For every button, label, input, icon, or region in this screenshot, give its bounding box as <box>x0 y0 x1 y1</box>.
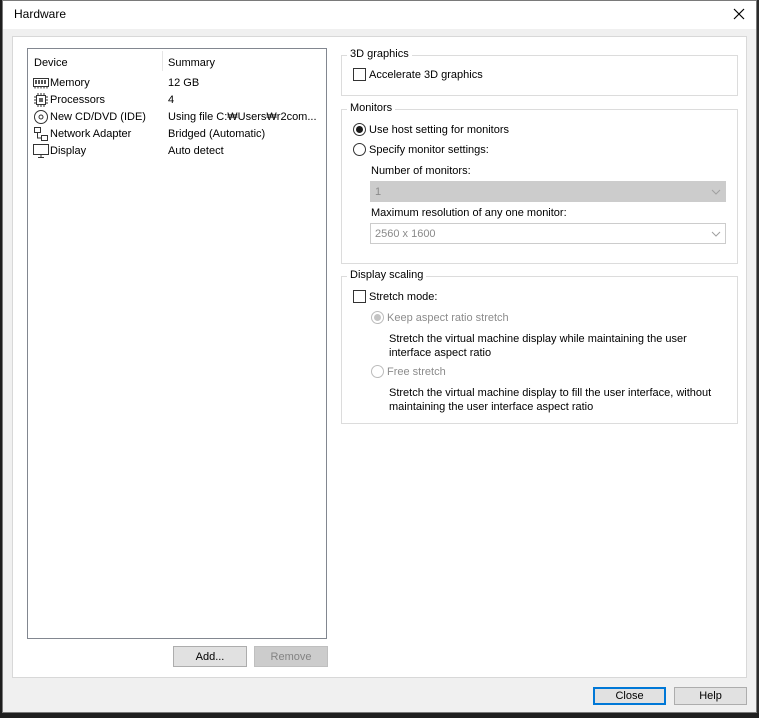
keep-aspect-label[interactable]: Keep aspect ratio stretch <box>387 312 509 324</box>
stretch-mode-label[interactable]: Stretch mode: <box>369 291 437 303</box>
processor-icon <box>34 93 48 107</box>
group-monitors: Monitors Use host setting for monitors S… <box>341 102 738 264</box>
free-stretch-label[interactable]: Free stretch <box>387 366 446 378</box>
device-summary: Auto detect <box>168 145 224 157</box>
list-item-network-adapter[interactable]: Network Adapter Bridged (Automatic) <box>28 126 326 143</box>
cd-dvd-icon <box>34 110 48 124</box>
device-name: Display <box>50 145 87 157</box>
column-separator[interactable] <box>162 51 163 71</box>
add-button[interactable]: Add... <box>173 646 247 667</box>
column-header-summary[interactable]: Summary <box>168 57 215 69</box>
group-display-scaling: Display scaling Stretch mode: Keep aspec… <box>341 269 738 424</box>
background-bottom-strip <box>0 713 759 718</box>
close-button[interactable]: Close <box>593 687 666 705</box>
use-host-monitors-label[interactable]: Use host setting for monitors <box>369 124 509 136</box>
device-summary: 4 <box>168 94 175 106</box>
list-item-memory[interactable]: Memory 12 GB <box>28 75 326 92</box>
close-icon <box>733 8 745 20</box>
help-button[interactable]: Help <box>674 687 747 705</box>
keep-aspect-radio[interactable] <box>371 311 384 324</box>
device-summary: Using file C:₩Users₩r2com... <box>168 111 317 123</box>
content-panel: Device Summary Memory 12 GB Processors 4… <box>12 36 747 678</box>
column-header-device[interactable]: Device <box>34 57 68 69</box>
window-close-button[interactable] <box>722 1 756 27</box>
accelerate-3d-label[interactable]: Accelerate 3D graphics <box>369 69 483 81</box>
group-title-monitors: Monitors <box>347 102 396 114</box>
device-name: Processors <box>50 94 106 106</box>
keep-aspect-desc-line1: Stretch the virtual machine display whil… <box>389 333 687 345</box>
device-name: New CD/DVD (IDE) <box>50 111 146 123</box>
group-title-display-scaling: Display scaling <box>347 269 427 281</box>
number-of-monitors-label: Number of monitors: <box>371 165 471 177</box>
specify-monitors-label[interactable]: Specify monitor settings: <box>369 144 489 156</box>
specify-monitors-radio[interactable] <box>353 143 366 156</box>
free-stretch-radio[interactable] <box>371 365 384 378</box>
use-host-monitors-radio[interactable] <box>353 123 366 136</box>
title-bar: Hardware <box>3 1 756 29</box>
accelerate-3d-checkbox[interactable] <box>353 68 366 81</box>
number-of-monitors-select[interactable]: 1 <box>370 181 726 202</box>
max-resolution-label: Maximum resolution of any one monitor: <box>371 207 567 219</box>
group-title-3d-graphics: 3D graphics <box>347 48 412 60</box>
device-summary: 12 GB <box>168 77 200 89</box>
device-name: Network Adapter <box>50 128 132 140</box>
chevron-down-icon <box>711 231 721 237</box>
keep-aspect-desc-line2: interface aspect ratio <box>389 347 492 359</box>
list-item-cd-dvd[interactable]: New CD/DVD (IDE) Using file C:₩Users₩r2c… <box>28 109 326 126</box>
device-list[interactable]: Device Summary Memory 12 GB Processors 4… <box>27 48 327 639</box>
number-of-monitors-value: 1 <box>375 186 382 198</box>
network-adapter-icon <box>34 127 48 141</box>
hardware-dialog: Hardware Device Summary Memory 12 GB Pro… <box>2 0 757 713</box>
list-item-processors[interactable]: Processors 4 <box>28 92 326 109</box>
chevron-down-icon <box>711 189 721 195</box>
free-stretch-desc-line2: maintaining the user interface aspect ra… <box>389 401 594 413</box>
stretch-mode-checkbox[interactable] <box>353 290 366 303</box>
max-resolution-value: 2560 x 1600 <box>375 228 436 240</box>
remove-button[interactable]: Remove <box>254 646 328 667</box>
free-stretch-desc-line1: Stretch the virtual machine display to f… <box>389 387 712 399</box>
max-resolution-select[interactable]: 2560 x 1600 <box>370 223 726 244</box>
device-summary: Bridged (Automatic) <box>168 128 266 140</box>
memory-icon <box>33 78 49 89</box>
list-header: Device Summary <box>28 49 326 74</box>
group-3d-graphics: 3D graphics Accelerate 3D graphics <box>341 48 738 96</box>
window-title: Hardware <box>14 7 67 21</box>
display-icon <box>33 144 49 158</box>
list-item-display[interactable]: Display Auto detect <box>28 143 326 160</box>
device-name: Memory <box>50 77 90 89</box>
